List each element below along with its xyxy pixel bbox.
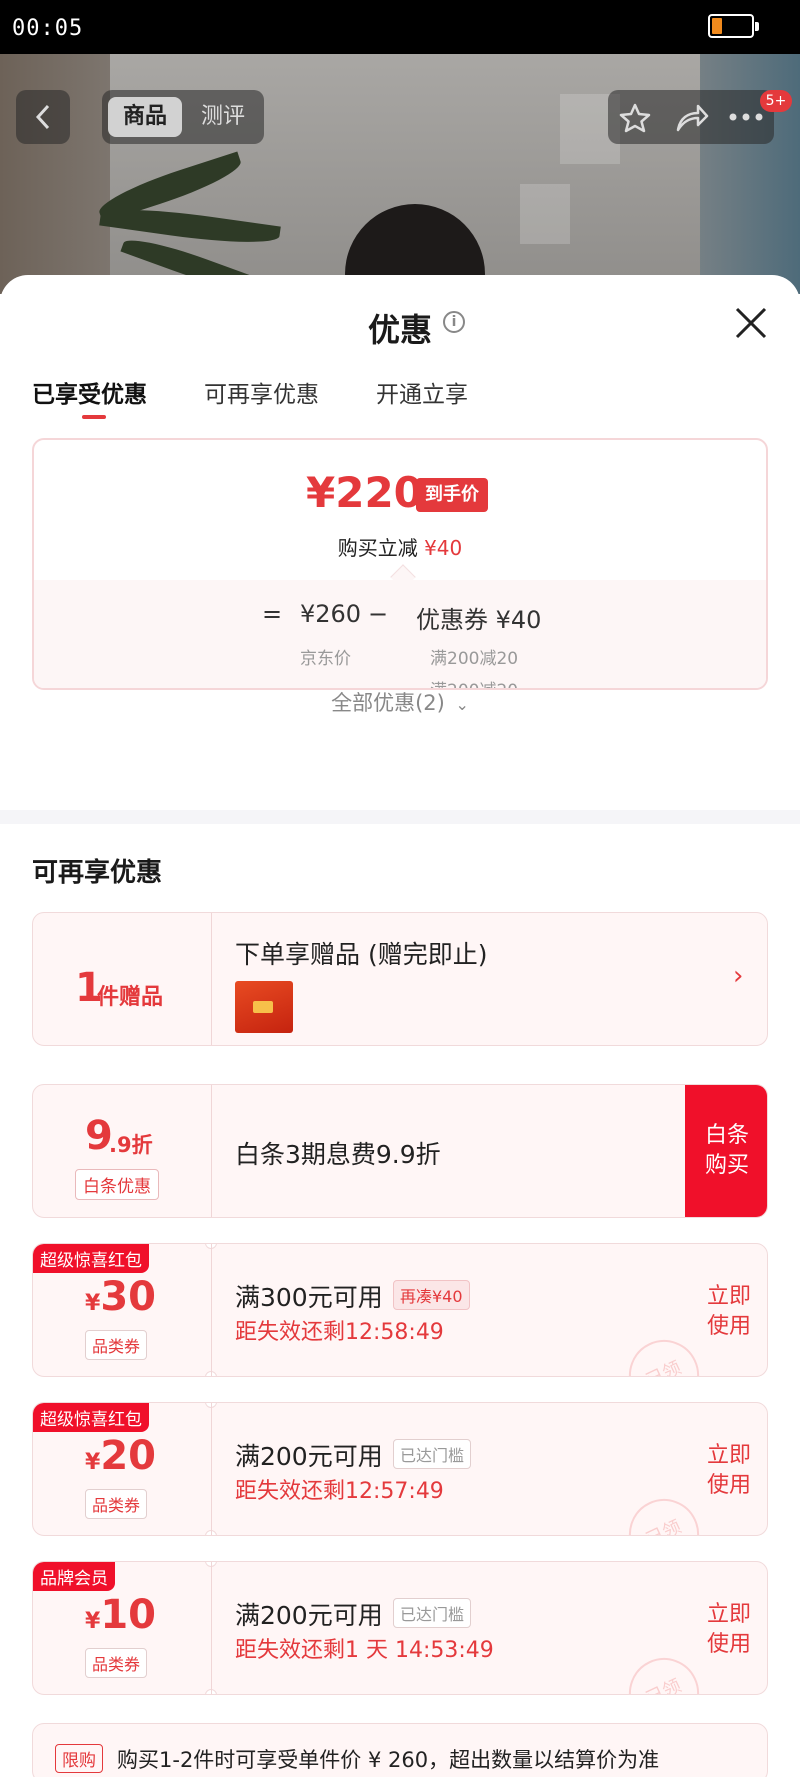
coupon-ribbon: 超级惊喜红包 <box>33 1403 149 1432</box>
status-bar: 00:05 <box>0 0 800 54</box>
coupon-ribbon: 品牌会员 <box>33 1562 115 1591</box>
tab-review[interactable]: 测评 <box>188 97 258 137</box>
coupon-type: 品类券 <box>85 1330 148 1360</box>
top-actions <box>608 90 774 144</box>
battery-icon <box>708 14 759 38</box>
notification-badge: 5+ <box>760 90 792 112</box>
coupon-amount: ¥20 <box>85 1433 156 1479</box>
more-icon[interactable] <box>728 112 764 122</box>
coupon-amount: ¥30 <box>85 1274 156 1320</box>
reduce-line: 购买立减 ¥40 <box>337 536 463 560</box>
received-stamp: 已领 <box>617 1328 711 1376</box>
coupon-status-tag: 已达门槛 <box>393 1439 472 1469</box>
star-icon[interactable] <box>618 102 652 134</box>
gift-unit: 件赠品 <box>97 985 164 1010</box>
final-price-tag: 到手价 <box>416 478 488 512</box>
received-stamp: 已领 <box>617 1646 711 1694</box>
coupon-timer: 距失效还剩12:57:49 <box>235 1479 444 1504</box>
chevron-down-icon: ⌄ <box>455 695 469 714</box>
tab-enjoyed[interactable]: 已享受优惠 <box>32 375 147 409</box>
tab-product[interactable]: 商品 <box>108 97 182 137</box>
status-time: 00:05 <box>12 16 84 41</box>
top-segment-control: 商品 测评 <box>102 90 264 144</box>
final-price-card: ¥220 到手价 购买立减 ¥40 = ¥260 − 优惠券 ¥40 京东价 满… <box>32 438 768 690</box>
reduce-value: ¥40 <box>424 536 463 560</box>
coupon-card[interactable]: 超级惊喜红包 ¥20 品类券 满200元可用 已达门槛距失效还剩12:57:49 已领 立即… <box>32 1402 768 1536</box>
use-now-button[interactable]: 立即 使用 <box>705 1600 753 1660</box>
tab-activate[interactable]: 开通立享 <box>376 375 468 409</box>
final-price: ¥220 <box>306 468 423 517</box>
coupon-card[interactable]: 超级惊喜红包 ¥30 品类券 满300元可用 再凑¥40 距失效还剩12:58:49 已领立… <box>32 1243 768 1377</box>
received-stamp: 已领 <box>617 1487 711 1535</box>
share-icon[interactable] <box>674 102 710 134</box>
close-icon[interactable] <box>733 305 769 341</box>
coupon-condition: 满200元可用 <box>235 1442 383 1471</box>
coupon-condition: 满200元可用 <box>235 1601 383 1630</box>
baitiao-tag: 白条优惠 <box>75 1169 159 1200</box>
baitiao-text: 白条3期息费9.9折 <box>235 1140 441 1169</box>
coupon-condition: 满300元可用 <box>235 1283 383 1312</box>
coupon-card[interactable]: 品牌会员 ¥10 品类券 满200元可用 已达门槛距失效还剩1 天 14:53:49 已领… <box>32 1561 768 1695</box>
limit-text: 购买1-2件时可享受单件价 ¥ 260，超出数量以结算价为准 <box>117 1748 660 1772</box>
jd-price: ¥260 <box>300 600 362 628</box>
info-icon[interactable]: i <box>443 311 465 333</box>
coupon-type: 品类券 <box>85 1489 148 1519</box>
chevron-right-icon: › <box>733 961 744 991</box>
active-tab-indicator <box>82 415 106 419</box>
section-title-more: 可再享优惠 <box>32 858 163 888</box>
use-now-button[interactable]: 立即 使用 <box>705 1282 753 1342</box>
chevron-left-icon <box>35 104 50 130</box>
use-now-button[interactable]: 立即 使用 <box>705 1441 753 1501</box>
coupon-type: 品类券 <box>85 1648 148 1678</box>
battery-level <box>712 18 722 34</box>
coupon-timer: 距失效还剩1 天 14:53:49 <box>235 1638 494 1663</box>
limit-tag: 限购 <box>55 1744 103 1773</box>
baitiao-buy-button[interactable]: 白条 购买 <box>685 1085 767 1217</box>
baitiao-offer-card: 9 .9折 白条优惠 白条3期息费9.9折 白条 购买 <box>32 1084 768 1218</box>
gift-offer-card[interactable]: 1 件赠品 下单享赠品 (赠完即止) › <box>32 912 768 1046</box>
gift-product-image <box>235 981 293 1033</box>
back-button[interactable] <box>16 90 70 144</box>
coupon-rule-1: 满200减20 <box>430 649 519 669</box>
sheet-title: 优惠 <box>367 311 432 349</box>
jd-price-label: 京东价 <box>300 649 351 669</box>
coupon-total: 优惠券 ¥40 <box>416 606 542 634</box>
coupon-timer: 距失效还剩12:58:49 <box>235 1320 444 1345</box>
all-discounts-link[interactable]: 全部优惠(2) ⌄ <box>0 687 800 717</box>
section-divider <box>0 810 800 824</box>
coupon-ribbon: 超级惊喜红包 <box>33 1244 149 1273</box>
coupon-status-tag: 再凑¥40 <box>393 1280 470 1310</box>
gift-text: 下单享赠品 (赠完即止) <box>235 940 488 969</box>
tab-more-available[interactable]: 可再享优惠 <box>204 375 319 409</box>
coupon-status-tag: 已达门槛 <box>393 1598 472 1628</box>
purchase-limit-note: 限购 购买1-2件时可享受单件价 ¥ 260，超出数量以结算价为准 <box>32 1723 768 1777</box>
coupon-amount: ¥10 <box>85 1592 156 1638</box>
